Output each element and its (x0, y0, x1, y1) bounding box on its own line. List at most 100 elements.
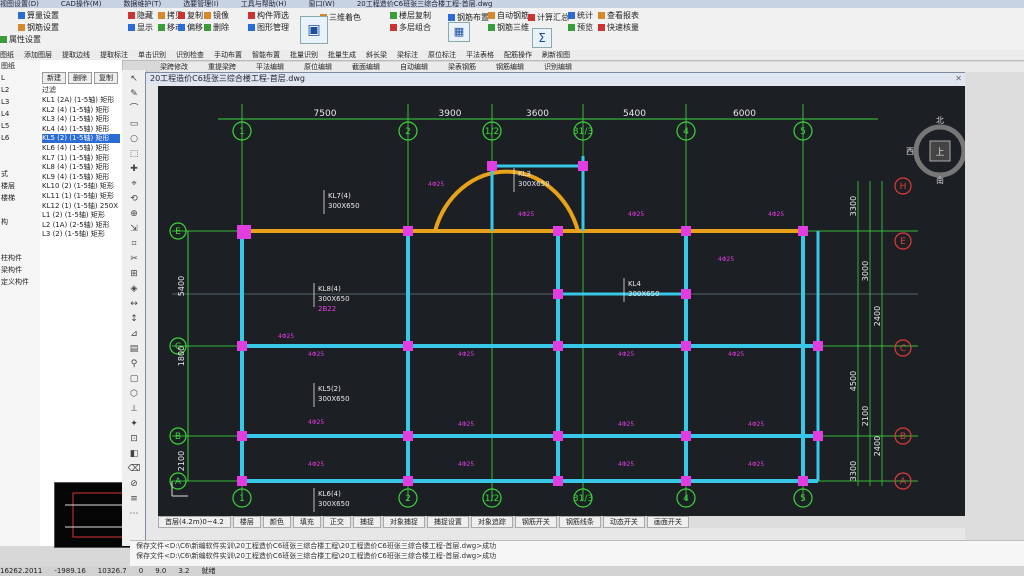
nav-item[interactable]: 楼层 (0, 180, 40, 192)
status-toggle[interactable]: 动态开关 (602, 516, 645, 528)
draw-tool-icon[interactable]: ▤ (126, 343, 142, 355)
status-toggle[interactable]: 捕捉 (352, 516, 381, 528)
status-toggle[interactable]: 颜色 (262, 516, 291, 528)
nav-item[interactable]: 式 (0, 168, 40, 180)
nav-item[interactable]: 构 (0, 216, 40, 228)
draw-tool-icon[interactable]: ▢ (126, 373, 142, 385)
status-toggle[interactable]: 正交 (322, 516, 351, 528)
cad-canvas[interactable]: 7500 3900 3600 5400 6000 1 1 2 2 1/2 1/2 31/3 31/3 4 4… (158, 86, 974, 516)
draw-tool-icon[interactable]: ≡ (126, 493, 142, 505)
drawing-tool-6[interactable]: 梁表钢筋 (448, 63, 476, 71)
draw-tool-icon[interactable]: ⇲ (126, 223, 142, 235)
list-item[interactable]: KL10 (2) (1-5轴) 矩形 (42, 182, 120, 191)
ribbon-15-button[interactable]: 楼层复制 (390, 10, 431, 21)
draw-tool-icon[interactable]: ↖ (126, 73, 142, 85)
ribbon-11-button[interactable]: 删除 (204, 22, 229, 33)
nav-item[interactable]: L6 (0, 132, 40, 144)
tool-3[interactable]: 提取标注 (100, 51, 128, 59)
draw-tool-icon[interactable]: ○ (126, 133, 142, 145)
nav-item[interactable]: 柱构件 (0, 252, 40, 264)
draw-tool-icon[interactable]: ✚ (126, 163, 142, 175)
ribbon-9-button[interactable]: 偏移 (178, 22, 203, 33)
status-toggle[interactable]: 对象追踪 (470, 516, 513, 528)
ribbon-22-button[interactable]: 查看报表 (598, 10, 639, 21)
rebar-layout-icon[interactable]: ▦ (448, 22, 470, 42)
menu-item-4[interactable]: 工具与帮助(H) (241, 0, 287, 8)
nav-item[interactable]: 楼梯 (0, 192, 40, 204)
tool-7[interactable]: 智能布置 (252, 51, 280, 59)
ribbon-13-button[interactable]: 图形管理 (248, 22, 289, 33)
nav-item[interactable] (0, 144, 40, 156)
tool-5[interactable]: 识别检查 (176, 51, 204, 59)
nav-item[interactable]: L3 (0, 96, 40, 108)
drawing-tool-7[interactable]: 钢筋编辑 (496, 63, 524, 71)
tool-1[interactable]: 添加图层 (24, 51, 52, 59)
tool-11[interactable]: 梁标注 (397, 51, 418, 59)
list-item[interactable]: KL8 (4) (1-5轴) 矩形 (42, 163, 120, 172)
drawing-tool-0[interactable]: 梁跨修改 (160, 63, 188, 71)
ribbon-3-button[interactable]: 属性设置 (0, 34, 41, 45)
draw-tool-icon[interactable]: ⬚ (126, 148, 142, 160)
drawing-tool-8[interactable]: 识别编辑 (544, 63, 572, 71)
tool-12[interactable]: 原位标注 (428, 51, 456, 59)
ribbon-5-button[interactable]: 显示 (128, 22, 153, 33)
nav-item[interactable]: L (0, 72, 40, 84)
sum-icon[interactable]: Σ (532, 28, 552, 48)
draw-tool-icon[interactable]: ⚲ (126, 358, 142, 370)
list-item[interactable]: KL2 (4) (1-5轴) 矩形 (42, 106, 120, 115)
draw-tool-icon[interactable]: ⬡ (126, 388, 142, 400)
menu-item-5[interactable]: 窗口(W) (308, 0, 334, 8)
nav-item[interactable] (0, 228, 40, 240)
tool-9[interactable]: 批量生成 (328, 51, 356, 59)
draw-tool-icon[interactable]: ⋯ (126, 508, 142, 520)
ribbon-16-button[interactable]: 多层组合 (390, 22, 431, 33)
list-item[interactable]: KL1 (2A) (1-5轴) 矩形 (42, 96, 120, 105)
list-item[interactable]: KL3 (4) (1-5轴) 矩形 (42, 115, 120, 124)
tool-0[interactable]: 图纸 (0, 51, 14, 59)
drawing-tool-2[interactable]: 平法编辑 (256, 63, 284, 71)
draw-tool-icon[interactable]: ◈ (126, 283, 142, 295)
nav-item[interactable]: L2 (0, 84, 40, 96)
ribbon-2-button[interactable]: 钢筋设置 (18, 22, 59, 33)
tool-2[interactable]: 提取边线 (62, 51, 90, 59)
status-toggle[interactable]: 捕捉设置 (426, 516, 469, 528)
nav-item[interactable] (0, 204, 40, 216)
nav-item[interactable]: L4 (0, 108, 40, 120)
status-toggle[interactable]: 钢筋线条 (558, 516, 601, 528)
ribbon-20-button[interactable]: 计算汇总 (528, 12, 569, 23)
tool-13[interactable]: 平法表格 (466, 51, 494, 59)
list-item[interactable]: L3 (2) (1-5轴) 矩形 (42, 230, 120, 239)
tool-15[interactable]: 刷新视图 (542, 51, 570, 59)
list-item[interactable]: KL11 (1) (1-5轴) 矩形 (42, 192, 120, 201)
draw-tool-icon[interactable]: ✂ (126, 253, 142, 265)
tool-4[interactable]: 单击识别 (138, 51, 166, 59)
list-item[interactable]: KL6 (4) (1-5轴) 矩形 (42, 144, 120, 153)
ribbon-21-button[interactable]: 统计 (568, 10, 593, 21)
draw-tool-icon[interactable]: ↕ (126, 313, 142, 325)
new-button[interactable]: 新建 (42, 72, 66, 84)
ribbon-23-button[interactable]: 预览 (568, 22, 593, 33)
tool-6[interactable]: 手动布置 (214, 51, 242, 59)
draw-tool-icon[interactable]: ⊿ (126, 328, 142, 340)
close-icon[interactable]: ✕ (955, 73, 962, 85)
list-item[interactable]: KL12 (1) (1-5轴) 250X (42, 202, 120, 211)
nav-item[interactable]: 定义构件 (0, 276, 40, 288)
status-toggle[interactable]: 填充 (292, 516, 321, 528)
list-item[interactable]: KL5 (2) (1-5轴) 矩形 (42, 134, 120, 144)
ribbon-12-button[interactable]: 构件筛选 (248, 10, 289, 21)
draw-tool-icon[interactable]: ⌫ (126, 463, 142, 475)
ribbon-1-button[interactable]: 算量设置 (18, 10, 59, 21)
floor-plan[interactable]: 7500 3900 3600 5400 6000 1 1 2 2 1/2 1/2 31/3 31/3 4 4… (158, 86, 974, 516)
drawing-tool-1[interactable]: 重提梁跨 (208, 63, 236, 71)
ribbon-18-button[interactable]: 自动钢筋 (488, 10, 529, 21)
status-toggle[interactable]: 首层(4.2m)0~4.2 (158, 516, 231, 528)
menu-item-0[interactable]: 视图设置(D) (0, 0, 39, 8)
draw-tool-icon[interactable]: ⌖ (126, 178, 142, 190)
tool-14[interactable]: 配筋操作 (504, 51, 532, 59)
status-toggle[interactable]: 钢筋开关 (514, 516, 557, 528)
draw-tool-icon[interactable]: ▭ (126, 118, 142, 130)
list-item[interactable]: KL9 (4) (1-5轴) 矩形 (42, 173, 120, 182)
list-item[interactable]: L1 (2) (1-5轴) 矩形 (42, 211, 120, 220)
3d-view-icon[interactable]: ▣ (300, 16, 328, 44)
nav-item[interactable] (0, 156, 40, 168)
